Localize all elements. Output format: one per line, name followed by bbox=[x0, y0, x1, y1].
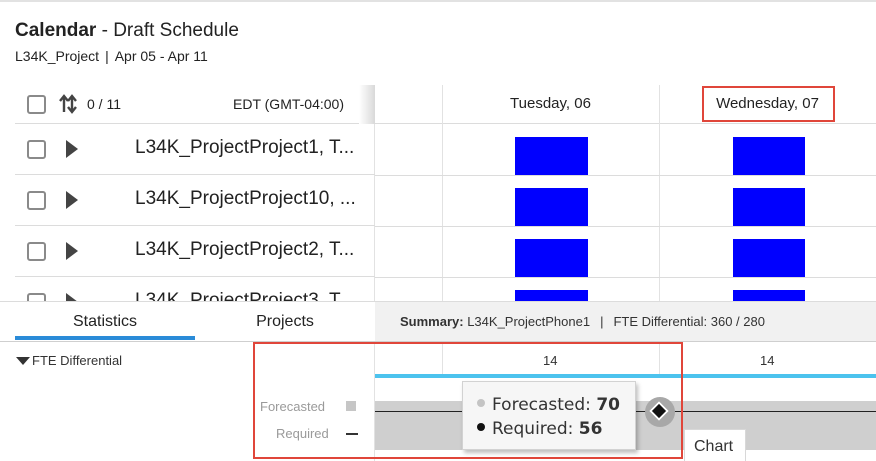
expand-arrow-icon[interactable] bbox=[66, 140, 78, 158]
row-divider bbox=[375, 277, 876, 278]
selection-count: 0 / 11 bbox=[87, 96, 121, 112]
day-header-tuesday[interactable]: Tuesday, 06 bbox=[442, 95, 659, 112]
highlight-box-chart bbox=[253, 342, 683, 459]
row-label[interactable]: L34K_ProjectProject1, T... bbox=[135, 137, 371, 159]
summary-text: Summary: L34K_ProjectPhone1 | FTE Differen… bbox=[400, 314, 765, 329]
row-label[interactable]: L34K_ProjectProject2, T... bbox=[135, 239, 371, 261]
project-row: L34K_ProjectProject2, T... bbox=[15, 226, 375, 277]
page-title: Calendar - Draft Schedule bbox=[15, 20, 239, 41]
sort-icon[interactable] bbox=[56, 92, 80, 116]
expand-arrow-icon[interactable] bbox=[66, 293, 78, 301]
schedule-bar[interactable] bbox=[733, 239, 805, 277]
project-name: L34K_Project bbox=[15, 48, 100, 64]
row-checkbox[interactable] bbox=[27, 140, 46, 159]
expand-arrow-icon[interactable] bbox=[66, 242, 78, 260]
schedule-bar[interactable] bbox=[733, 290, 805, 301]
row-checkbox[interactable] bbox=[27, 242, 46, 261]
project-row: L34K_ProjectProject10, ... bbox=[15, 175, 375, 226]
fte-value: 14 bbox=[760, 353, 775, 368]
row-checkbox[interactable] bbox=[27, 191, 46, 210]
page-subtitle: L34K_Project | Apr 05 - Apr 11 bbox=[15, 48, 208, 64]
date-range: Apr 05 - Apr 11 bbox=[114, 48, 208, 64]
collapse-caret-icon[interactable] bbox=[16, 356, 30, 365]
schedule-bar[interactable] bbox=[515, 137, 588, 175]
row-label[interactable]: L34K_ProjectProject10, ... bbox=[135, 188, 371, 210]
active-tab-indicator bbox=[15, 336, 195, 340]
column-divider bbox=[659, 85, 660, 301]
timezone-label: EDT (GMT-04:00) bbox=[233, 96, 344, 112]
column-divider bbox=[442, 85, 443, 301]
app-root: Calendar - Draft Schedule L34K_Project | A… bbox=[0, 0, 876, 461]
schedule-bar[interactable] bbox=[733, 137, 805, 175]
project-row: L34K_ProjectProject1, T... bbox=[15, 124, 375, 175]
row-label[interactable]: L34K_ProjectProject3, T... bbox=[135, 290, 371, 301]
expand-arrow-icon[interactable] bbox=[66, 191, 78, 209]
schedule-bar[interactable] bbox=[515, 290, 588, 301]
highlight-box-day bbox=[702, 86, 835, 122]
schedule-bar[interactable] bbox=[515, 188, 588, 226]
row-divider bbox=[375, 175, 876, 176]
tab-projects[interactable]: Projects bbox=[195, 313, 375, 331]
chart-label: Chart bbox=[684, 429, 746, 461]
schedule-bar[interactable] bbox=[515, 239, 588, 277]
select-all-checkbox[interactable] bbox=[27, 95, 46, 114]
column-divider-shade bbox=[359, 85, 375, 124]
row-divider bbox=[375, 226, 876, 227]
schedule-bar[interactable] bbox=[733, 188, 805, 226]
row-checkbox[interactable] bbox=[27, 293, 46, 301]
project-row: L34K_ProjectProject3, T... bbox=[15, 277, 375, 301]
tab-statistics[interactable]: Statistics bbox=[15, 313, 195, 331]
fte-differential-section[interactable]: FTE Differential bbox=[16, 353, 122, 368]
